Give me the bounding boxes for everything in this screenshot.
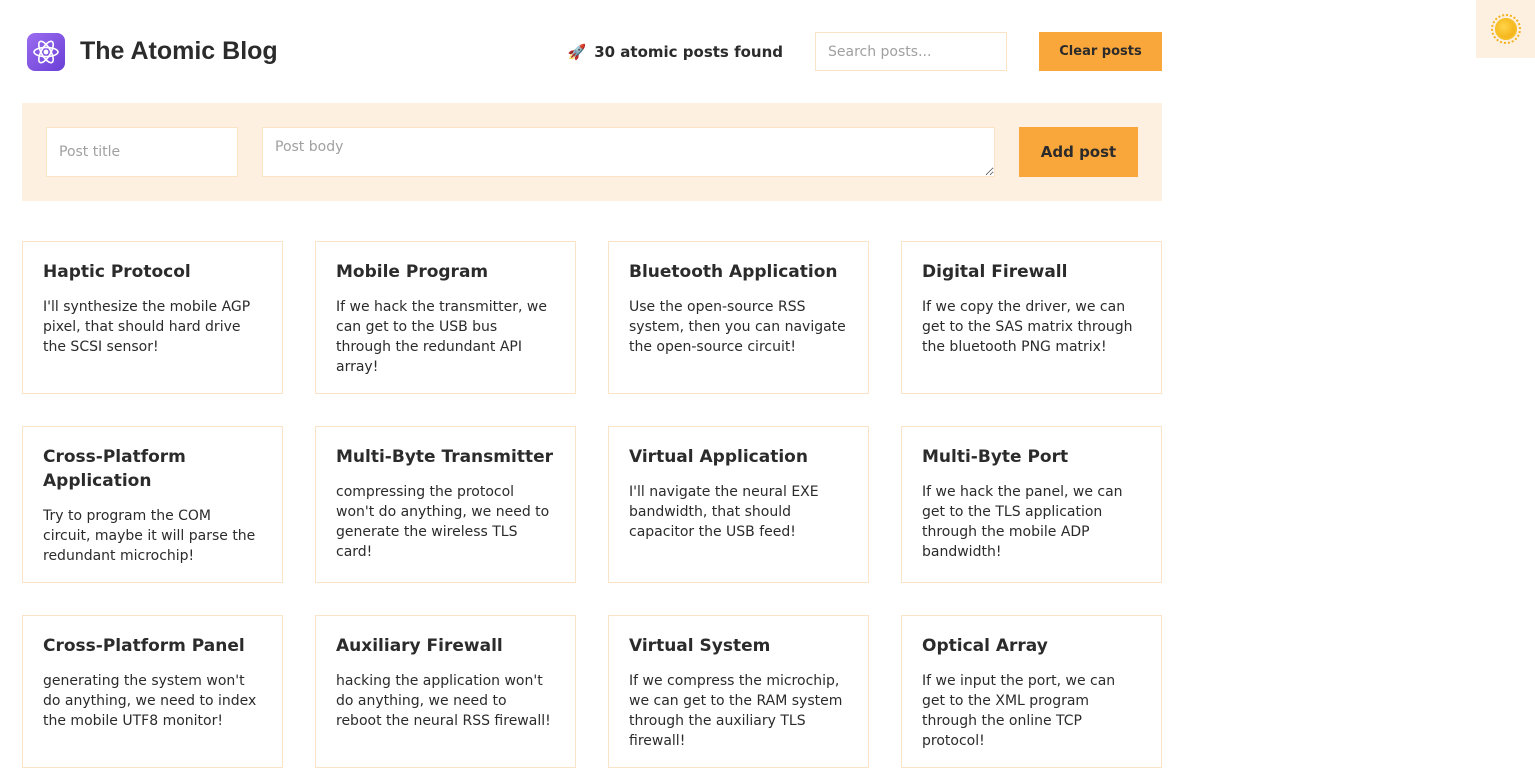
post-body: If we input the port, we can get to the … <box>922 673 1116 749</box>
post-card: Virtual Application I'll navigate the ne… <box>608 426 869 583</box>
app-header: The Atomic Blog 🚀 30 atomic posts found … <box>22 0 1162 103</box>
atom-icon <box>27 32 65 71</box>
app-title: The Atomic Blog <box>80 37 278 65</box>
post-body: hacking the application won't do anythin… <box>336 673 551 729</box>
post-body: Use the open-source RSS system, then you… <box>629 299 846 355</box>
post-card: Optical Array If we input the port, we c… <box>901 615 1162 768</box>
post-body: I'll synthesize the mobile AGP pixel, th… <box>43 299 251 355</box>
theme-toggle-button[interactable] <box>1476 0 1535 58</box>
post-title: Optical Array <box>922 636 1048 656</box>
post-card: Virtual System If we compress the microc… <box>608 615 869 768</box>
post-card: Cross-Platform Panel generating the syst… <box>22 615 283 768</box>
post-body: If we hack the panel, we can get to the … <box>922 484 1123 560</box>
post-body: If we compress the microchip, we can get… <box>629 673 843 749</box>
post-card: Digital Firewall If we copy the driver, … <box>901 241 1162 394</box>
sun-icon <box>1490 14 1521 44</box>
post-body: I'll navigate the neural EXE bandwidth, … <box>629 484 819 540</box>
add-post-form: Add post <box>22 103 1162 201</box>
post-title: Virtual Application <box>629 447 808 467</box>
post-title: Multi-Byte Port <box>922 447 1069 467</box>
post-title-input[interactable] <box>46 127 238 177</box>
post-body-textarea[interactable] <box>262 127 995 177</box>
post-card: Auxiliary Firewall hacking the applicati… <box>315 615 576 768</box>
post-title: Multi-Byte Transmitter <box>336 447 553 467</box>
post-body: If we copy the driver, we can get to the… <box>922 299 1133 355</box>
post-body: compressing the protocol won't do anythi… <box>336 484 550 560</box>
search-input[interactable] <box>815 32 1007 71</box>
add-post-button[interactable]: Add post <box>1019 127 1138 177</box>
app-container: The Atomic Blog 🚀 30 atomic posts found … <box>22 0 1162 768</box>
post-card: Mobile Program If we hack the transmitte… <box>315 241 576 394</box>
post-title: Cross-Platform Application <box>43 447 186 491</box>
post-body: If we hack the transmitter, we can get t… <box>336 299 547 375</box>
post-title: Auxiliary Firewall <box>336 636 503 656</box>
post-count-text: 30 atomic posts found <box>594 42 783 61</box>
post-card: Multi-Byte Port If we hack the panel, we… <box>901 426 1162 583</box>
post-card: Multi-Byte Transmitter compressing the p… <box>315 426 576 583</box>
post-title: Virtual System <box>629 636 771 656</box>
header-controls: 🚀 30 atomic posts found Clear posts <box>568 32 1162 71</box>
post-title: Bluetooth Application <box>629 262 838 282</box>
post-card: Haptic Protocol I'll synthesize the mobi… <box>22 241 283 394</box>
rocket-icon: 🚀 <box>567 42 587 61</box>
post-count: 🚀 30 atomic posts found <box>568 43 783 61</box>
post-body: Try to program the COM circuit, maybe it… <box>43 508 256 564</box>
clear-posts-button[interactable]: Clear posts <box>1039 32 1162 71</box>
post-card: Bluetooth Application Use the open-sourc… <box>608 241 869 394</box>
post-title: Mobile Program <box>336 262 489 282</box>
post-card: Cross-Platform Application Try to progra… <box>22 426 283 583</box>
post-title: Digital Firewall <box>922 262 1068 282</box>
post-body: generating the system won't do anything,… <box>43 673 257 729</box>
post-title: Haptic Protocol <box>43 262 191 282</box>
post-title: Cross-Platform Panel <box>43 636 245 656</box>
posts-grid: Haptic Protocol I'll synthesize the mobi… <box>22 241 1162 768</box>
